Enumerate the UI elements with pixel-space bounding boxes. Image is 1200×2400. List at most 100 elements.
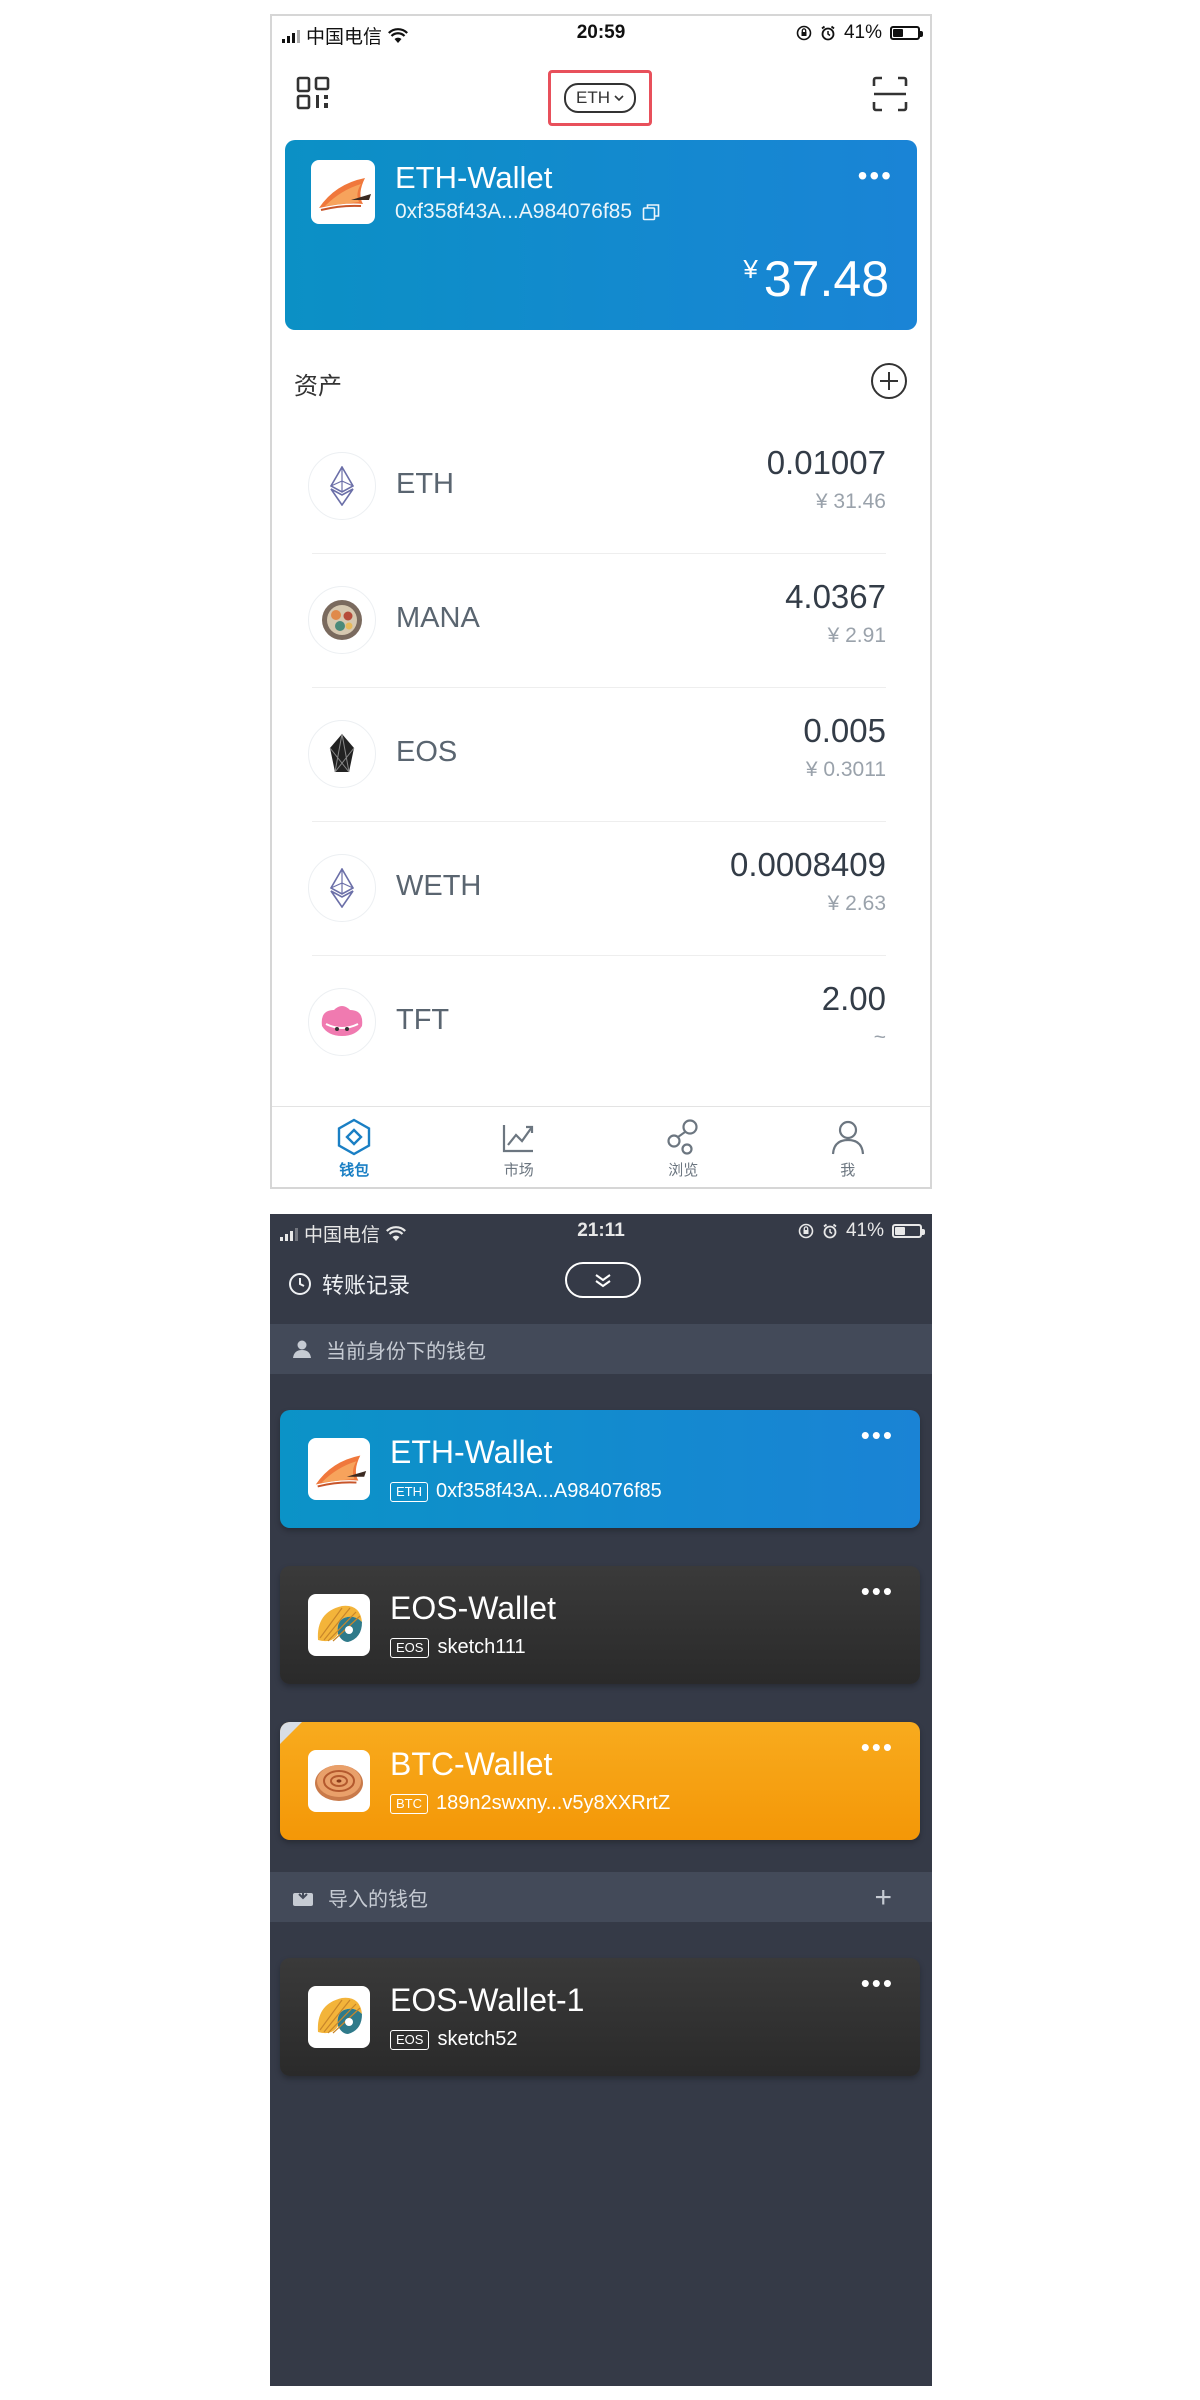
wallet-address[interactable]: 0xf358f43A...A984076f85	[395, 200, 660, 224]
more-icon[interactable]: •••	[861, 1968, 894, 1999]
browse-icon	[667, 1119, 698, 1155]
transfer-history-button[interactable]: 转账记录	[288, 1268, 410, 1300]
chevron-down-icon	[614, 95, 624, 102]
asset-row-eos[interactable]: EOS 0.005 ¥ 0.3011	[272, 688, 930, 822]
wallet-card-btc[interactable]: BTC-Wallet BTC 189n2swxny...v5y8XXRrtZ •…	[280, 1722, 920, 1840]
eth-icon	[308, 452, 376, 520]
wallet-card[interactable]: ETH-Wallet 0xf358f43A...A984076f85 ••• ¥…	[285, 140, 917, 330]
wallet-card-eth[interactable]: ETH-Wallet ETH 0xf358f43A...A984076f85 •…	[280, 1410, 920, 1528]
wallet-name: EOS-Wallet	[390, 1590, 556, 1626]
scan-icon[interactable]	[872, 76, 908, 112]
wallet-logo	[308, 1986, 370, 2048]
tab-bar: 钱包 市场 浏览 我	[272, 1106, 930, 1187]
asset-value: ¥ 2.91	[827, 624, 886, 647]
shell-icon	[317, 1605, 362, 1642]
section-imported-wallets: 导入的钱包 +	[270, 1872, 932, 1922]
asset-balance: 0.005	[803, 712, 886, 749]
eos-icon	[308, 720, 376, 788]
transfer-history-label: 转账记录	[322, 1273, 411, 1298]
wallet-address: sketch111	[437, 1636, 526, 1658]
wallet-address: sketch52	[437, 2028, 518, 2050]
selected-corner-mark	[280, 1722, 302, 1744]
battery-percent: 41%	[845, 1220, 884, 1241]
wallet-name: ETH-Wallet	[390, 1434, 553, 1470]
tab-label: 浏览	[668, 1162, 699, 1179]
collapse-button[interactable]	[565, 1262, 641, 1298]
rotation-lock-icon	[798, 1223, 814, 1239]
asset-balance: 4.0367	[785, 578, 886, 615]
asset-symbol: MANA	[396, 602, 480, 634]
wallet-address: 189n2swxny...v5y8XXRrtZ	[436, 1792, 671, 1814]
person-icon	[292, 1339, 312, 1359]
more-icon[interactable]: •••	[861, 1732, 894, 1763]
wallet-address-text: 0xf358f43A...A984076f85	[395, 200, 633, 223]
mana-icon	[308, 586, 376, 654]
wallet-name: BTC-Wallet	[390, 1746, 553, 1782]
wallet-card-eos-imported[interactable]: EOS-Wallet-1 EOS sketch52 •••	[280, 1958, 920, 2076]
chain-tag: ETH	[390, 1481, 428, 1502]
asset-balance: 2.00	[821, 980, 886, 1017]
asset-row-eth[interactable]: ETH 0.01007 ¥ 31.46	[272, 420, 930, 554]
add-wallet-icon[interactable]: +	[874, 1881, 892, 1915]
wallet-logo	[308, 1438, 370, 1500]
wallet-card-eos[interactable]: EOS-Wallet EOS sketch111 •••	[280, 1566, 920, 1684]
wallet-logo	[311, 160, 375, 224]
qr-code-icon[interactable]	[296, 76, 330, 110]
asset-value: ~	[873, 1026, 886, 1049]
asset-symbol: WETH	[396, 870, 482, 902]
profile-icon	[831, 1120, 864, 1155]
more-icon[interactable]: •••	[861, 1420, 894, 1451]
copy-icon[interactable]	[642, 203, 660, 221]
wallet-name: EOS-Wallet-1	[390, 1982, 585, 2018]
asset-balance: 0.0008409	[730, 846, 886, 883]
market-icon	[502, 1125, 533, 1153]
battery-icon	[892, 1224, 925, 1238]
wallet-avatar-icon	[319, 178, 371, 211]
wallet-logo	[308, 1750, 370, 1812]
alarm-icon	[823, 1223, 837, 1239]
tft-icon	[308, 988, 376, 1056]
assets-title: 资产	[294, 373, 342, 400]
wallet-switcher-screen: 中国电信 21:11 41% 转账记录 当前身份下的钱包 ETH-Wallet …	[270, 1214, 932, 2386]
wallet-name: ETH-Wallet	[395, 160, 553, 195]
chain-tag: EOS	[390, 1637, 430, 1658]
wallet-logo	[308, 1594, 370, 1656]
balance-amount: 37.48	[763, 251, 889, 307]
shell-icon	[317, 1997, 362, 2034]
asset-symbol: ETH	[396, 468, 454, 500]
asset-row-tft[interactable]: TFT 2.00 ~	[272, 956, 930, 1090]
tab-label: 钱包	[339, 1162, 370, 1179]
rotation-lock-icon	[796, 25, 812, 41]
asset-value: ¥ 2.63	[827, 892, 886, 915]
tab-browse[interactable]: 浏览	[601, 1107, 766, 1187]
wallet-balance: ¥ 37.48	[743, 250, 889, 308]
status-bar: 中国电信 21:11 41%	[270, 1214, 932, 1248]
status-bar: 中国电信 20:59 41%	[272, 16, 930, 50]
asset-row-mana[interactable]: MANA 4.0367 ¥ 2.91	[272, 554, 930, 688]
tab-profile[interactable]: 我	[766, 1107, 931, 1187]
wallet-avatar-icon	[315, 1455, 367, 1488]
asset-symbol: TFT	[396, 1004, 450, 1036]
coin-icon	[315, 1765, 363, 1801]
chain-selector[interactable]: ETH	[564, 83, 636, 113]
asset-value: ¥ 0.3011	[805, 758, 886, 781]
add-asset-icon[interactable]	[870, 362, 908, 400]
more-icon[interactable]: •••	[861, 1576, 894, 1607]
asset-row-weth[interactable]: WETH 0.0008409 ¥ 2.63	[272, 822, 930, 956]
chain-selector-label: ETH	[576, 88, 610, 107]
chain-tag: EOS	[390, 2029, 430, 2050]
asset-balance: 0.01007	[766, 444, 886, 481]
section-identity-wallets: 当前身份下的钱包	[270, 1324, 932, 1374]
double-chevron-down-icon	[595, 1274, 611, 1288]
tab-wallet[interactable]: 钱包	[272, 1107, 437, 1187]
section-title: 当前身份下的钱包	[326, 1340, 486, 1363]
more-icon[interactable]: •••	[858, 160, 893, 192]
wallet-address: 0xf358f43A...A984076f85	[436, 1480, 662, 1502]
wallet-icon	[338, 1118, 371, 1156]
section-title: 导入的钱包	[328, 1888, 428, 1911]
chain-selector-highlight[interactable]: ETH	[548, 70, 652, 126]
switcher-header: 转账记录	[270, 1248, 932, 1314]
tab-market[interactable]: 市场	[437, 1107, 602, 1187]
chain-tag: BTC	[390, 1793, 428, 1814]
wallet-home-screen: 中国电信 20:59 41% ETH ETH-Wallet 0xf358f43A…	[270, 14, 932, 1189]
